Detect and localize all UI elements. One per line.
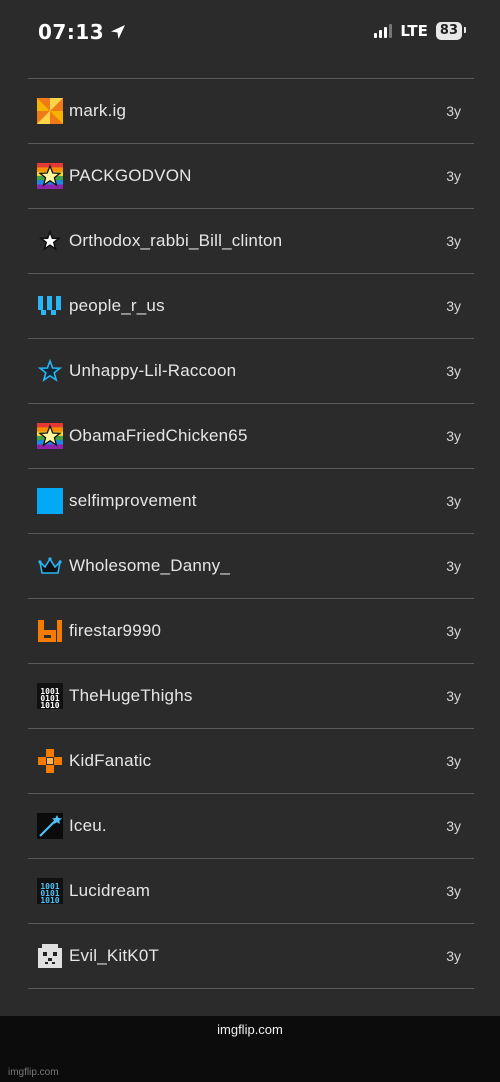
rainbow-star-icon [37, 423, 63, 449]
user-row[interactable]: firestar9990 3y [28, 599, 474, 664]
footer-brand: imgflip.com [217, 1022, 283, 1037]
pinwheel-icon [37, 98, 63, 124]
orange-block-icon [37, 618, 63, 644]
follow-age: 3y [446, 428, 461, 444]
binary-icon: 1001 0101 1010 [37, 683, 63, 709]
network-type: LTE [400, 22, 428, 40]
user-row[interactable]: 1001 0101 1010 Lucidream 3y [28, 859, 474, 924]
imgflip-footer: imgflip.com imgflip.com [0, 1016, 500, 1082]
blue-star-icon [37, 358, 63, 384]
follow-age: 3y [446, 753, 461, 769]
username-link[interactable]: mark.ig [69, 101, 126, 121]
user-list: mark.ig 3y PACKGODVON 3y Orthodox_rabbi_Bill… [28, 78, 474, 989]
user-row[interactable]: 1001 0101 1010 TheHugeThighs 3y [28, 664, 474, 729]
status-time: 07:13 [38, 20, 105, 44]
location-arrow-icon [110, 24, 126, 40]
follow-age: 3y [446, 818, 461, 834]
svg-text:1010: 1010 [40, 896, 59, 904]
follow-age: 3y [446, 623, 461, 639]
battery-icon: 83 [435, 22, 467, 40]
follow-age: 3y [446, 883, 461, 899]
cellular-signal-icon [374, 24, 393, 38]
crown-icon [37, 553, 63, 579]
cat-face-icon [37, 943, 63, 969]
user-row[interactable]: ObamaFriedChicken65 3y [28, 404, 474, 469]
username-link[interactable]: ObamaFriedChicken65 [69, 426, 248, 446]
shooting-star-icon [37, 813, 63, 839]
user-row[interactable]: Wholesome_Danny_ 3y [28, 534, 474, 599]
follow-age: 3y [446, 233, 461, 249]
blue-square-icon [37, 488, 63, 514]
follow-age: 3y [446, 298, 461, 314]
username-link[interactable]: selfimprovement [69, 491, 197, 511]
user-row[interactable]: selfimprovement 3y [28, 469, 474, 534]
username-link[interactable]: firestar9990 [69, 621, 161, 641]
follow-age: 3y [446, 493, 461, 509]
user-row[interactable]: Evil_KitK0T 3y [28, 924, 474, 989]
user-row[interactable]: KidFanatic 3y [28, 729, 474, 794]
outline-star-icon [37, 228, 63, 254]
follow-age: 3y [446, 948, 461, 964]
user-row[interactable]: Orthodox_rabbi_Bill_clinton 3y [28, 209, 474, 274]
username-link[interactable]: Unhappy-Lil-Raccoon [69, 361, 236, 381]
imgflip-watermark: imgflip.com [8, 1067, 59, 1078]
username-link[interactable]: Orthodox_rabbi_Bill_clinton [69, 231, 282, 251]
clock: 07:13 [38, 20, 126, 44]
username-link[interactable]: Iceu. [69, 816, 107, 836]
blue-bars-icon [37, 293, 63, 319]
user-row[interactable]: PACKGODVON 3y [28, 144, 474, 209]
username-link[interactable]: KidFanatic [69, 751, 151, 771]
username-link[interactable]: Wholesome_Danny_ [69, 556, 230, 576]
orange-checker-icon [37, 748, 63, 774]
username-link[interactable]: Lucidream [69, 881, 150, 901]
status-indicators: LTE 83 [374, 22, 467, 40]
username-link[interactable]: TheHugeThighs [69, 686, 193, 706]
username-link[interactable]: PACKGODVON [69, 166, 192, 186]
svg-text:1010: 1010 [40, 701, 59, 709]
follow-age: 3y [446, 688, 461, 704]
follow-age: 3y [446, 103, 461, 119]
follow-age: 3y [446, 558, 461, 574]
follow-age: 3y [446, 168, 461, 184]
blue-binary-icon: 1001 0101 1010 [37, 878, 63, 904]
user-row[interactable]: Iceu. 3y [28, 794, 474, 859]
user-row[interactable]: Unhappy-Lil-Raccoon 3y [28, 339, 474, 404]
follow-age: 3y [446, 363, 461, 379]
user-row[interactable]: mark.ig 3y [28, 79, 474, 144]
rainbow-star-icon [37, 163, 63, 189]
user-row[interactable]: people_r_us 3y [28, 274, 474, 339]
username-link[interactable]: Evil_KitK0T [69, 946, 159, 966]
username-link[interactable]: people_r_us [69, 296, 165, 316]
status-bar: 07:13 LTE 83 [0, 0, 500, 62]
